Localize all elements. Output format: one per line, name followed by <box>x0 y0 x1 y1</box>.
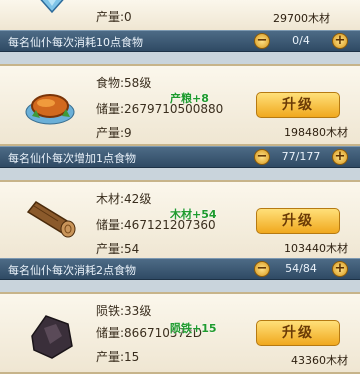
decrease-button[interactable]: − <box>254 261 270 277</box>
gain-float-text: 产粮+8 <box>170 92 209 105</box>
output-text: 产量:0 <box>96 10 132 24</box>
resource-name: 食物:58级 <box>96 76 152 90</box>
gain-float-text: 木材+54 <box>170 208 217 221</box>
meteor-iron-icon <box>31 315 73 359</box>
increase-button[interactable]: + <box>332 33 348 49</box>
consumption-bar: 每名仙仆每次消耗2点食物 − 54/84 + <box>0 258 360 280</box>
consumption-desc: 每名仙仆每次消耗2点食物 <box>8 264 136 277</box>
servant-count: 77/177 <box>281 150 321 163</box>
upgrade-button[interactable]: 升级 <box>256 320 340 346</box>
gem-icon <box>40 0 64 14</box>
resource-name: 木材:42级 <box>96 192 152 206</box>
upgrade-cost: 198480木材 <box>284 126 348 139</box>
decrease-button[interactable]: − <box>254 33 270 49</box>
upgrade-cost: 29700木材 <box>273 12 330 25</box>
consumption-bar: 每名仙仆每次消耗10点食物 − 0/4 + <box>0 30 360 52</box>
output-text: 产量:54 <box>96 242 140 256</box>
resource-panel-iron: 陨铁:33级 储量:866710572D 产量:15 陨铁+15 升级 4336… <box>0 292 360 374</box>
consumption-desc: 每名仙仆每次消耗10点食物 <box>8 36 143 49</box>
consumption-desc: 每名仙仆每次增加1点食物 <box>8 152 136 165</box>
roast-food-icon <box>25 94 75 125</box>
decrease-button[interactable]: − <box>254 149 270 165</box>
log-icon <box>26 201 76 238</box>
upgrade-cost: 43360木材 <box>291 354 348 367</box>
gain-float-text: 陨铁+15 <box>170 322 217 335</box>
servant-count: 54/84 <box>285 262 317 275</box>
output-text: 产量:15 <box>96 350 140 364</box>
upgrade-cost: 103440木材 <box>284 242 348 255</box>
resource-name: 陨铁:33级 <box>96 304 152 318</box>
resource-panel-top: 产量:0 29700木材 <box>0 0 360 32</box>
upgrade-button[interactable]: 升级 <box>256 92 340 118</box>
resource-panel-wood: 木材:42级 储量:467121207360 产量:54 木材+54 升级 10… <box>0 180 360 262</box>
consumption-bar: 每名仙仆每次增加1点食物 − 77/177 + <box>0 146 360 168</box>
increase-button[interactable]: + <box>332 261 348 277</box>
output-text: 产量:9 <box>96 126 132 140</box>
upgrade-button[interactable]: 升级 <box>256 208 340 234</box>
increase-button[interactable]: + <box>332 149 348 165</box>
servant-count: 0/4 <box>292 34 310 47</box>
resource-panel-food: 食物:58级 储量:2679710500880 产量:9 产粮+8 升级 198… <box>0 64 360 146</box>
